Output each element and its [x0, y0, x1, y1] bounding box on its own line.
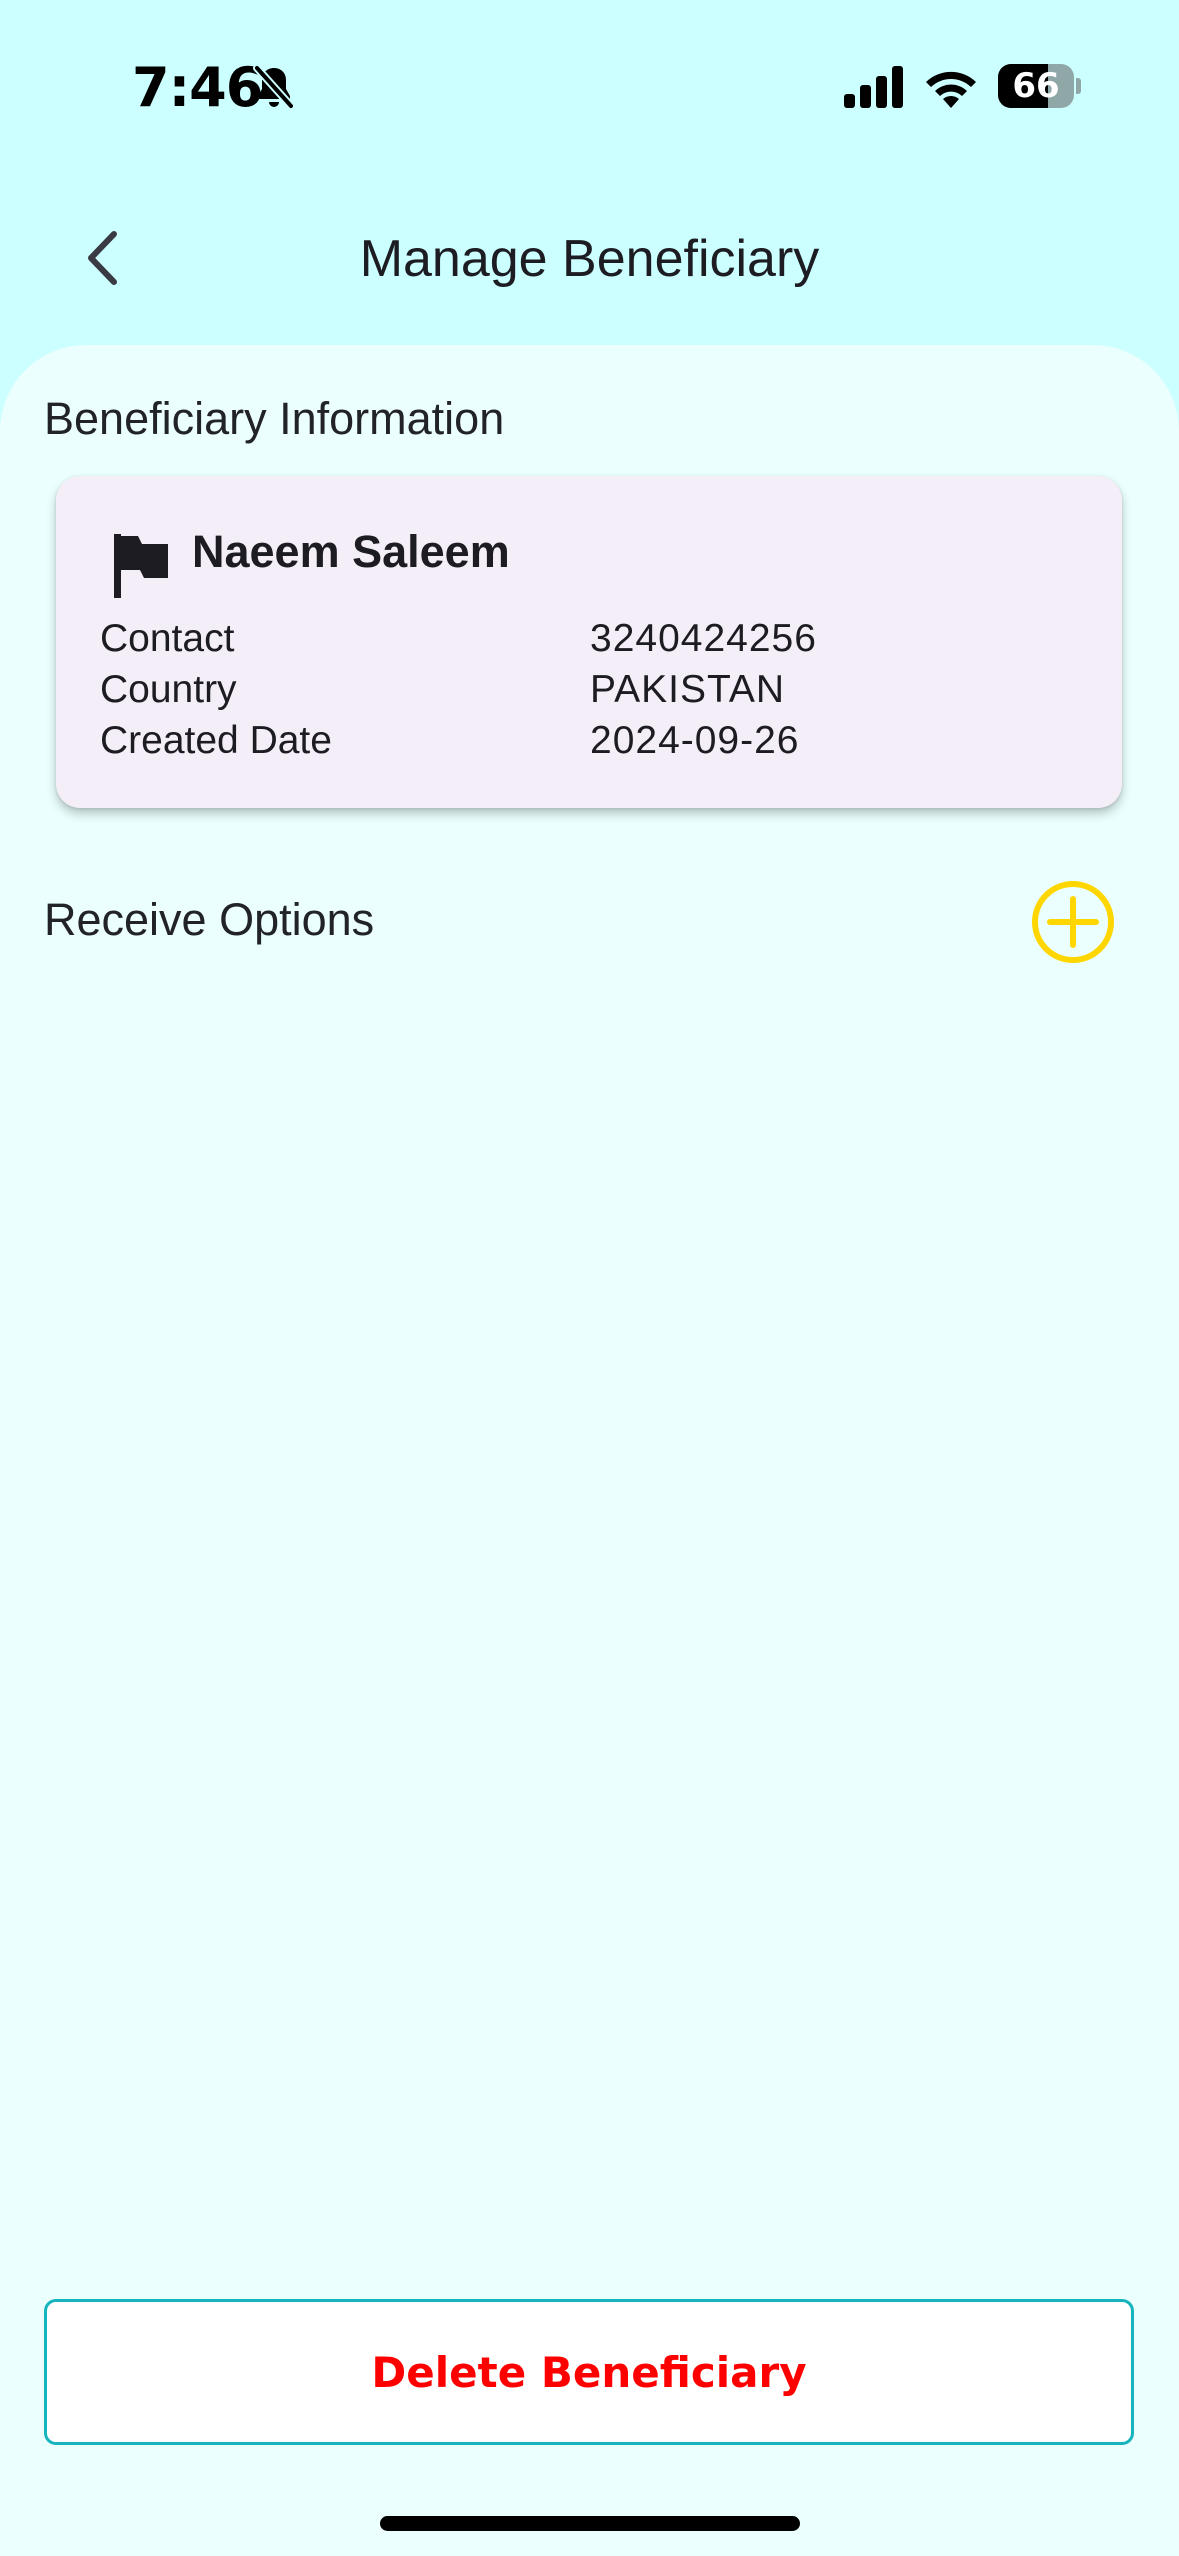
delete-beneficiary-label: Delete Beneficiary [371, 2347, 807, 2397]
cellular-signal-icon [844, 66, 903, 108]
battery-level: 66 [1012, 66, 1060, 106]
detail-value: 2024-09-26 [590, 719, 800, 762]
wifi-icon [926, 71, 976, 108]
battery-cap [1076, 78, 1081, 94]
delete-beneficiary-button[interactable]: Delete Beneficiary [44, 2299, 1134, 2445]
page-title: Manage Beneficiary [359, 230, 820, 288]
bell-slash-icon [253, 64, 295, 110]
detail-label: Created Date [100, 719, 332, 762]
battery-icon: 66 [998, 64, 1081, 108]
status-time: 7:46 [132, 56, 263, 119]
beneficiary-information-heading: Beneficiary Information [44, 393, 505, 444]
receive-options-heading: Receive Options [44, 894, 375, 945]
beneficiary-card: Naeem Saleem Contact 3240424256 Country … [56, 476, 1122, 808]
detail-row-contact: Contact 3240424256 [100, 613, 1100, 664]
detail-label: Contact [100, 617, 235, 660]
detail-value: 3240424256 [590, 617, 817, 660]
detail-value: PAKISTAN [590, 668, 786, 711]
battery-body: 66 [998, 64, 1074, 108]
plus-circle-icon [1032, 881, 1114, 963]
beneficiary-name: Naeem Saleem [192, 526, 510, 577]
home-indicator[interactable] [380, 2516, 800, 2531]
detail-row-country: Country PAKISTAN [100, 664, 1100, 715]
add-receive-option-button[interactable] [1030, 879, 1116, 965]
status-bar: 7:46 66 [0, 0, 1179, 175]
detail-label: Country [100, 668, 237, 711]
detail-row-created-date: Created Date 2024-09-26 [100, 715, 1100, 766]
flag-icon [114, 534, 168, 598]
